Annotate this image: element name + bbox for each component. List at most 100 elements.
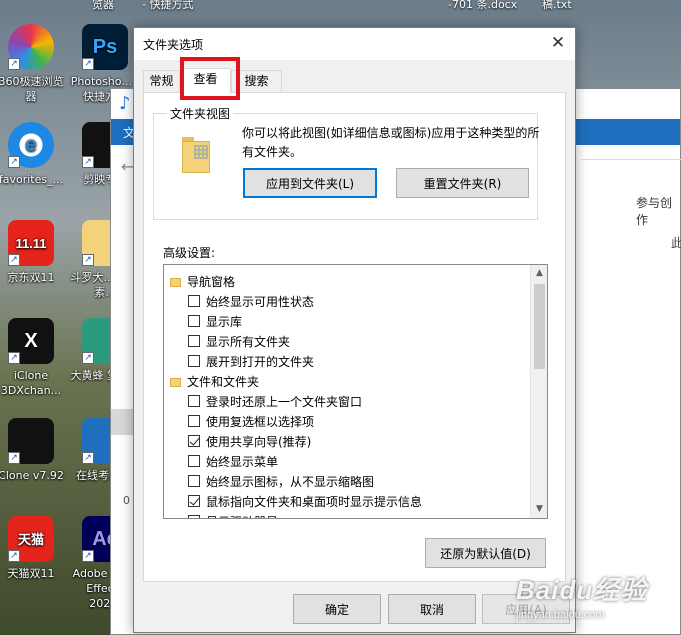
settings-item-label: 显示所有文件夹 [206,334,291,349]
settings-checkbox-row[interactable]: 登录时还原上一个文件夹窗口 [164,391,530,411]
shortcut-arrow-icon: ↗ [8,550,20,562]
iclone-3dx-icon[interactable]: X ↗ [8,318,54,364]
desktop-top-label: -701 条.docx [448,0,518,11]
desktop-icon[interactable]: e ↗ favorites_... [0,122,66,187]
checkbox[interactable] [188,415,200,427]
settings-item-label: 始终显示可用性状态 [206,294,315,309]
desktop-icon-label: favorites_... [0,173,64,186]
desktop-icon-label: Clone v7.92 [0,469,64,482]
shortcut-arrow-icon: ↗ [8,254,20,266]
checkbox[interactable] [188,395,200,407]
folder-view-description: 你可以将此视图(如详细信息或图标)应用于这种类型的所有文件夹。 [242,126,540,159]
desktop-icon[interactable]: 11.11 ↗ 京东双11 [0,220,66,285]
desktop-top-label: 稿.txt [542,0,572,11]
checkbox[interactable] [188,335,200,347]
shortcut-arrow-icon: ↗ [82,254,94,266]
scroll-down-icon[interactable]: ▼ [531,501,547,518]
tab-general[interactable]: 常规 [143,70,180,92]
folder-view-label: 文件夹视图 [167,105,234,122]
desktop-top-labels: 览器 - 快捷方式 -701 条.docx 稿.txt [0,0,681,14]
cancel-button[interactable]: 取消 [388,594,476,624]
checkbox[interactable] [188,495,200,507]
settings-item-label: 登录时还原上一个文件夹窗口 [206,394,363,409]
settings-checkbox-row[interactable]: 展开到打开的文件夹 [164,351,530,371]
checkbox[interactable] [188,455,200,467]
music-note-icon: ♪ [119,93,131,114]
scroll-up-icon[interactable]: ▲ [531,265,547,282]
photoshop-icon[interactable]: Ps ↗ [82,24,128,70]
checkbox[interactable] [188,355,200,367]
folder-icon [170,377,181,387]
shortcut-arrow-icon: ↗ [8,352,20,364]
checkbox[interactable] [188,315,200,327]
advanced-settings-list[interactable]: 导航窗格始终显示可用性状态 显示库显示所有文件夹展开到打开的文件夹文件和文件夹登录… [163,264,548,519]
desktop-icon[interactable]: ↗ Clone v7.92 [0,418,66,483]
shortcut-arrow-icon: ↗ [8,452,20,464]
settings-item-label: 展开到打开的文件夹 [206,354,315,369]
scroll-segment [111,409,133,435]
iclone-icon[interactable]: ↗ [8,418,54,464]
restore-defaults-button[interactable]: 还原为默认值(D) [425,538,546,568]
tmall-icon[interactable]: 天猫 ↗ [8,516,54,562]
folder-view-icon [182,135,216,173]
settings-item-label: 始终显示图标，从不显示缩略图 [206,474,375,489]
ok-button[interactable]: 确定 [293,594,381,624]
shortcut-arrow-icon: ↗ [8,156,20,168]
shortcut-arrow-icon: ↗ [82,156,94,168]
shortcut-arrow-icon: ↗ [82,452,94,464]
shortcut-arrow-icon: ↗ [8,58,20,70]
advanced-settings-label: 高级设置: [163,246,216,260]
desktop-top-label: 览器 [92,0,114,11]
settings-checkbox-row[interactable]: 始终显示图标，从不显示缩略图 [164,471,530,491]
settings-scrollbar[interactable]: ▲ ▼ [530,265,547,518]
desktop-icon-label: 360极速浏览器 [0,75,64,103]
baidu-watermark: Baidu经验 jingyan.baidu.com [516,570,647,621]
folder-icon [170,277,181,287]
checkbox[interactable] [188,295,200,307]
settings-checkbox-row[interactable]: 鼠标指向文件夹和桌面项时显示提示信息 [164,491,530,511]
settings-checkbox-row[interactable]: 显示所有文件夹 [164,331,530,351]
divider [581,159,681,160]
settings-item-label: 导航窗格 [187,274,236,289]
tab-view[interactable]: 查看 [180,68,231,94]
settings-item-label: 始终显示菜单 [206,454,279,469]
settings-item-label: 鼠标指向文件夹和桌面项时显示提示信息 [206,494,423,509]
dialog-titlebar[interactable]: 文件夹选项 ✕ [134,28,575,60]
desktop-icon[interactable]: ↗ 360极速浏览器 [0,24,66,104]
checkbox[interactable] [188,435,200,447]
settings-checkbox-row[interactable]: 始终显示菜单 [164,451,530,471]
settings-checkbox-row[interactable]: 使用共享向导(推荐) [164,431,530,451]
settings-checkbox-row[interactable]: 显示驱动器号 [164,511,530,519]
settings-item-label: 使用复选框以选择项 [206,414,315,429]
folder-options-dialog[interactable]: 文件夹选项 ✕ 常规 查看 搜索 文件夹视图 你可以将此视图(如详细信息或图标)… [133,27,576,633]
checkbox[interactable] [188,515,200,518]
settings-checkbox-row[interactable]: 始终显示可用性状态 [164,291,530,311]
ie-browser-icon[interactable]: e ↗ [8,122,54,168]
settings-checkbox-row[interactable]: 显示库 [164,311,530,331]
360-browser-icon[interactable]: ↗ [8,24,54,70]
desktop-icon-label: 天猫双11 [7,567,55,580]
participate-link[interactable]: 参与创作 [636,194,680,228]
settings-checkbox-row[interactable]: 使用复选框以选择项 [164,411,530,431]
desktop-top-label: - 快捷方式 [142,0,194,11]
reset-folders-button[interactable]: 重置文件夹(R) [396,168,529,198]
scroll-thumb[interactable] [534,284,545,369]
jd-icon[interactable]: 11.11 ↗ [8,220,54,266]
settings-item-label: 显示库 [206,314,243,329]
close-icon[interactable]: ✕ [541,28,575,58]
desktop-icon-label: 京东双11 [7,271,55,284]
settings-item-label: 显示驱动器号 [206,513,278,519]
watermark-brand: Baidu经验 [516,575,648,605]
desktop-icon[interactable]: 天猫 ↗ 天猫双11 [0,516,66,581]
desktop-icon-label: iClone 3DXchan... [0,369,62,397]
tab-search[interactable]: 搜索 [231,70,282,92]
settings-category: 导航窗格 [164,271,530,291]
this-pc-label: 此 [671,236,681,250]
apply-to-folders-button[interactable]: 应用到文件夹(L) [243,168,377,198]
settings-category: 文件和文件夹 [164,371,530,391]
settings-item-label: 使用共享向导(推荐) [206,434,312,449]
desktop-icon[interactable]: X ↗ iClone 3DXchan... [0,318,66,398]
settings-item-label: 文件和文件夹 [187,374,260,389]
dialog-title: 文件夹选项 [143,38,204,52]
checkbox[interactable] [188,475,200,487]
